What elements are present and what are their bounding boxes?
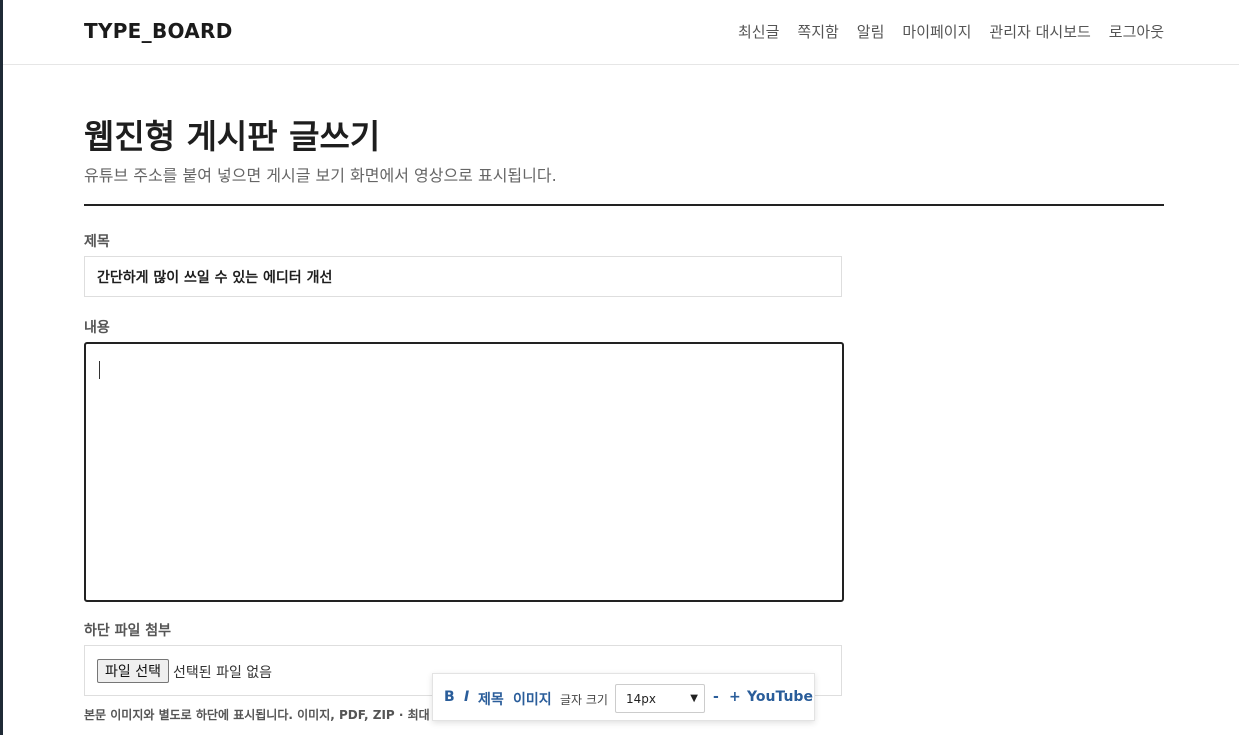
font-size-value: 14px: [626, 691, 656, 706]
content-editor[interactable]: [84, 342, 844, 602]
text-caret: [99, 361, 100, 379]
image-button[interactable]: 이미지: [513, 689, 552, 709]
chevron-down-icon: ▼: [690, 693, 698, 704]
title-input-value: 간단하게 많이 쓰일 수 있는 에디터 개선: [97, 269, 333, 286]
nav-item-messages[interactable]: 쪽지함: [797, 21, 838, 42]
site-header: TYPE_BOARD 최신글 쪽지함 알림 마이페이지 관리자 대시보드 로그아…: [3, 0, 1239, 65]
page-description: 유튜브 주소를 붙여 넣으면 게시글 보기 화면에서 영상으로 표시됩니다.: [84, 166, 557, 185]
page-title: 웹진형 게시판 글쓰기: [84, 117, 381, 156]
file-select-button[interactable]: 파일 선택: [97, 659, 169, 683]
italic-button[interactable]: I: [464, 689, 469, 705]
bold-button[interactable]: B: [444, 689, 455, 705]
font-size-select[interactable]: 14px ▼: [615, 684, 705, 713]
file-status-text: 선택된 파일 없음: [173, 665, 273, 681]
main-nav: 최신글 쪽지함 알림 마이페이지 관리자 대시보드 로그아웃: [738, 21, 1164, 42]
font-size-increase-button[interactable]: +: [729, 689, 741, 705]
title-divider: [84, 204, 1164, 206]
nav-item-admin-dashboard[interactable]: 관리자 대시보드: [989, 21, 1090, 42]
youtube-button[interactable]: YouTube: [747, 689, 813, 705]
site-logo[interactable]: TYPE_BOARD: [84, 19, 233, 43]
editor-toolbar: B I 제목 이미지 글자 크기 14px ▼ - + YouTube: [432, 673, 815, 721]
attach-label: 하단 파일 첨부: [84, 623, 172, 639]
nav-item-mypage[interactable]: 마이페이지: [902, 21, 971, 42]
font-size-decrease-button[interactable]: -: [713, 689, 719, 705]
attach-help-text: 본문 이미지와 별도로 하단에 표시됩니다. 이미지, PDF, ZIP · 최…: [84, 708, 472, 722]
title-input[interactable]: 간단하게 많이 쓰일 수 있는 에디터 개선: [84, 256, 842, 297]
nav-item-notifications[interactable]: 알림: [857, 21, 885, 42]
nav-item-latest[interactable]: 최신글: [738, 21, 779, 42]
content-label: 내용: [84, 320, 110, 336]
font-size-label: 글자 크기: [560, 693, 608, 707]
heading-button[interactable]: 제목: [478, 689, 504, 709]
title-label: 제목: [84, 234, 110, 250]
nav-item-logout[interactable]: 로그아웃: [1109, 21, 1164, 42]
window-edge: [0, 0, 3, 735]
